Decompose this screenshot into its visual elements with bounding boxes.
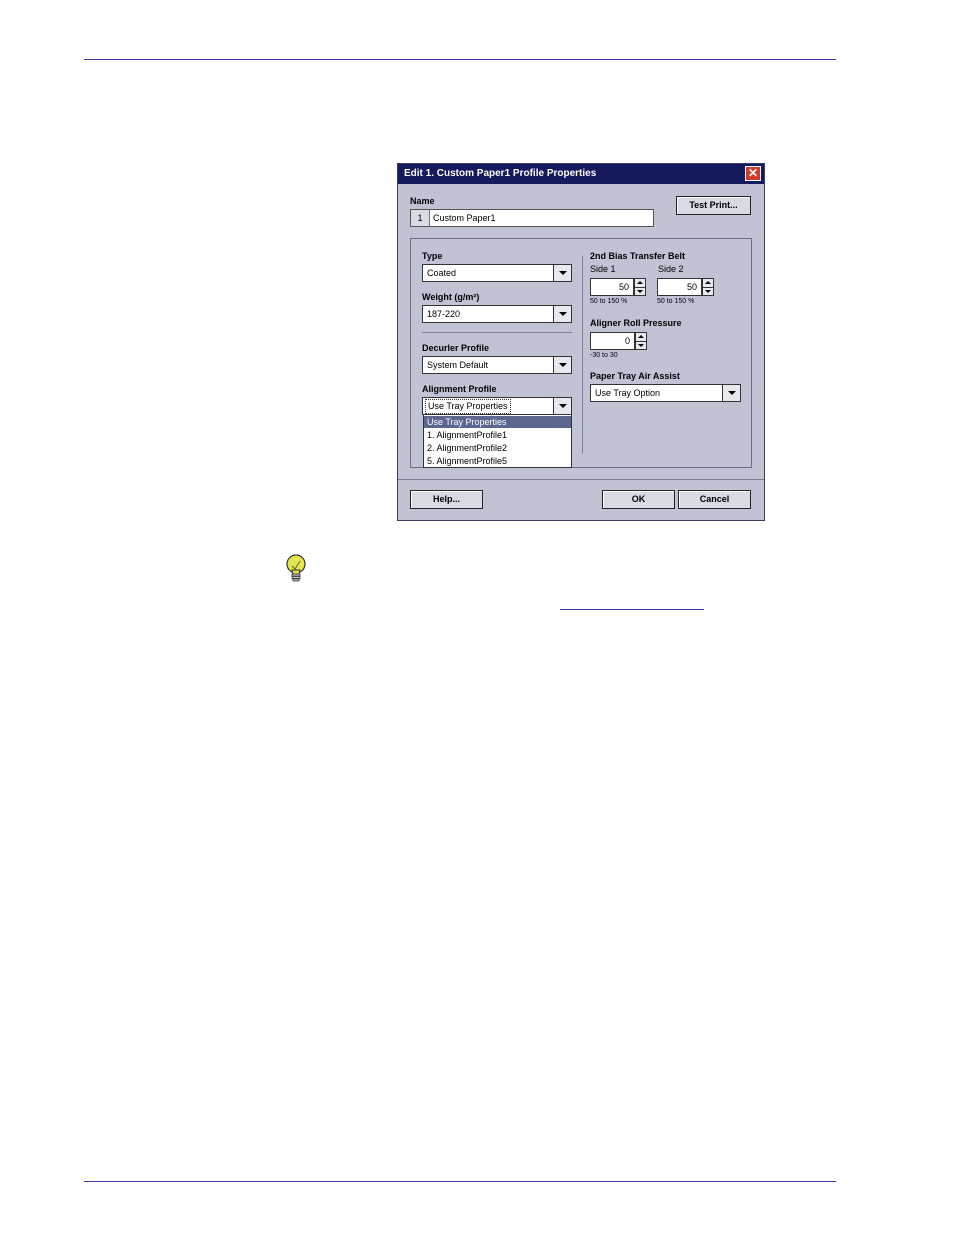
chevron-down-icon[interactable] — [553, 265, 571, 281]
aligner-roll-range: -30 to 30 — [590, 352, 618, 359]
decurler-value: System Default — [427, 360, 489, 370]
alignment-dropdown-list: Use Tray Properties 1. AlignmentProfile1… — [423, 414, 572, 468]
profile-properties-dialog: Edit 1. Custom Paper1 Profile Properties… — [397, 163, 765, 521]
weight-label: Weight (g/m²) — [422, 292, 480, 302]
alignment-option[interactable]: 2. AlignmentProfile2 — [424, 442, 571, 454]
chevron-down-icon[interactable] — [553, 306, 571, 322]
arrow-down-icon[interactable] — [635, 287, 645, 295]
aligner-roll-value: 0 — [624, 336, 630, 346]
side1-label: Side 1 — [590, 264, 616, 274]
side1-input[interactable]: 50 — [590, 278, 634, 296]
decurler-label: Decurler Profile — [422, 343, 490, 353]
air-assist-value: Use Tray Option — [595, 388, 661, 398]
dialog-titlebar[interactable]: Edit 1. Custom Paper1 Profile Properties… — [398, 164, 764, 184]
chevron-down-icon[interactable] — [722, 385, 740, 401]
footer-divider — [398, 479, 764, 480]
side1-value: 50 — [618, 282, 629, 292]
ok-button[interactable]: OK — [602, 490, 675, 509]
help-button[interactable]: Help... — [410, 490, 483, 509]
name-field[interactable]: 1 Custom Paper1 — [410, 209, 654, 227]
alignment-option[interactable]: Use Tray Properties — [424, 416, 571, 428]
test-print-button[interactable]: Test Print... — [676, 196, 751, 215]
type-select[interactable]: Coated — [422, 264, 572, 282]
dialog-title: Edit 1. Custom Paper1 Profile Properties — [404, 168, 597, 179]
aligner-roll-stepper[interactable] — [635, 332, 647, 350]
side1-range: 50 to 150 % — [590, 298, 628, 305]
cancel-button[interactable]: Cancel — [678, 490, 751, 509]
side2-stepper[interactable] — [702, 278, 714, 296]
side2-range: 50 to 150 % — [657, 298, 695, 305]
header-rule — [84, 59, 836, 60]
air-assist-label: Paper Tray Air Assist — [590, 371, 680, 381]
decurler-select[interactable]: System Default — [422, 356, 572, 374]
weight-select[interactable]: 187-220 — [422, 305, 572, 323]
panel-divider — [582, 256, 583, 453]
close-icon[interactable]: ✕ — [745, 166, 761, 181]
alignment-option[interactable]: 5. AlignmentProfile5 — [424, 455, 571, 467]
side2-value: 50 — [686, 282, 697, 292]
type-value: Coated — [427, 268, 457, 278]
alignment-label: Alignment Profile — [422, 384, 497, 394]
lightbulb-icon — [286, 554, 306, 582]
side2-label: Side 2 — [658, 264, 684, 274]
aligner-roll-input[interactable]: 0 — [590, 332, 635, 350]
side1-stepper[interactable] — [634, 278, 646, 296]
name-number: 1 — [411, 210, 430, 226]
arrow-down-icon[interactable] — [636, 341, 646, 349]
air-assist-select[interactable]: Use Tray Option — [590, 384, 741, 402]
side2-input[interactable]: 50 — [657, 278, 702, 296]
section-divider — [422, 332, 572, 333]
alignment-select[interactable]: Use Tray Properties — [422, 397, 572, 415]
footer-rule — [84, 1181, 836, 1182]
aligner-roll-label: Aligner Roll Pressure — [590, 318, 682, 328]
chevron-down-icon[interactable] — [553, 398, 571, 414]
weight-value: 187-220 — [427, 309, 461, 319]
type-label: Type — [422, 251, 443, 261]
chevron-down-icon[interactable] — [553, 357, 571, 373]
hyperlink-underline[interactable] — [560, 609, 704, 610]
name-label: Name — [410, 196, 435, 206]
bias-transfer-label: 2nd Bias Transfer Belt — [590, 251, 686, 261]
name-value: Custom Paper1 — [433, 213, 496, 223]
alignment-value: Use Tray Properties — [425, 399, 511, 414]
alignment-option[interactable]: 1. AlignmentProfile1 — [424, 429, 571, 441]
arrow-down-icon[interactable] — [703, 287, 713, 295]
